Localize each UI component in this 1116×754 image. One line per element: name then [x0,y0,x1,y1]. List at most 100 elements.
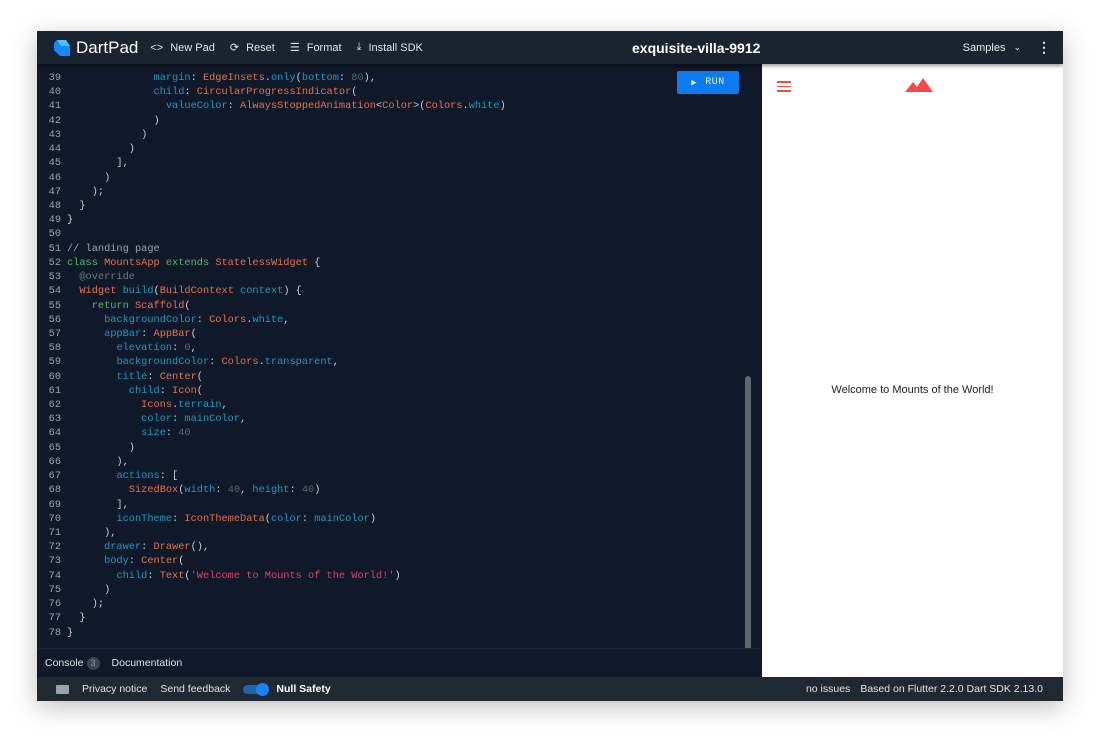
send-feedback-link[interactable]: Send feedback [160,683,230,695]
code-token: >( [413,100,426,113]
code-token: CircularProgressIndicator [196,86,352,99]
editor-scrollbar[interactable] [745,376,751,676]
code-token: ), [67,527,117,539]
code-token: ) [67,171,111,184]
line-number: 66 [48,455,61,468]
format-button[interactable]: ☰ Format [290,41,342,55]
code-token: , [240,413,247,426]
code-token: terrain [178,399,222,412]
dartpad-logo[interactable]: DartPad [54,38,138,58]
null-safety-toggle[interactable] [243,683,270,696]
line-text: ), [67,526,116,540]
code-line: 78} [37,626,506,640]
line-number: 76 [48,598,61,611]
line-number: 41 [48,100,61,113]
reset-label: Reset [246,41,275,54]
line-number: 53 [48,271,61,284]
run-button[interactable]: ▶ RUN [677,71,739,94]
code-line: 48 } [37,199,506,213]
code-token: height [252,484,290,497]
code-token: color [141,413,173,426]
keyboard-icon[interactable] [56,684,69,694]
install-sdk-button[interactable]: ⤓ Install SDK [357,41,423,54]
code-token: Widget [79,285,117,298]
code-token: ) [67,128,148,141]
line-text: ) [67,142,135,156]
code-token: } [67,214,74,227]
line-number: 63 [48,413,61,426]
code-lines: 39 margin: EdgeInsets.only(bottom: 80), 4… [37,63,506,640]
new-pad-button[interactable]: <> New Pad [150,42,215,54]
code-token: transparent [264,356,333,369]
code-token: , [332,356,339,369]
code-line: 74 child: Text('Welcome to Mounts of the… [37,569,506,583]
samples-dropdown[interactable]: Samples ⌄ [963,42,1021,54]
code-token: : [141,327,154,340]
menu-icon[interactable] [777,81,791,95]
code-editor[interactable]: 39 margin: EdgeInsets.only(bottom: 80), 4… [37,63,762,676]
chevron-down-icon: ⌄ [1013,42,1021,52]
code-line: 56 backgroundColor: Colors.white, [37,313,506,327]
line-number: 58 [48,342,61,355]
refresh-icon: ⟳ [229,42,240,54]
code-token: ( [184,299,191,312]
code-token: ) [499,100,506,113]
code-token: : [165,427,179,440]
privacy-notice-link[interactable]: Privacy notice [82,683,147,695]
code-token: ), [363,72,376,84]
code-token: Colors [221,356,259,369]
more-vert-icon[interactable]: ⋮ [1037,39,1051,56]
line-number: 51 [48,242,61,255]
play-icon: ▶ [691,77,698,88]
line-number: 55 [48,299,61,312]
code-line: 41 valueColor: AlwaysStoppedAnimation<Co… [37,99,506,113]
terrain-icon [905,78,933,92]
console-tab[interactable]: Console [45,657,84,669]
line-text: ) [67,128,147,142]
code-line: 63 color: mainColor, [37,412,506,426]
code-token: : [ [159,470,179,483]
code-token: child [128,384,160,397]
dartpad-window: DartPad <> New Pad ⟳ Reset ☰ Format ⤓ Instal… [37,31,1063,701]
reset-button[interactable]: ⟳ Reset [229,41,275,55]
code-token: context [240,285,284,298]
code-token: : [196,313,210,326]
line-number: 45 [48,157,61,170]
line-number: 57 [48,327,61,340]
line-number: 60 [48,370,61,383]
code-token: 'Welcome to Mounts of the World!' [190,569,395,582]
line-number: 67 [48,470,61,483]
code-token: { [308,256,321,269]
documentation-tab[interactable]: Documentation [112,657,183,669]
line-number: 56 [48,313,61,326]
issues-status[interactable]: no issues [806,683,850,695]
code-token: AppBar [153,327,191,340]
code-token: : [141,541,154,554]
code-token: : [172,413,185,426]
code-line: 65 ) [37,441,506,455]
code-token: ( [351,86,358,99]
code-token: only [270,72,296,84]
line-number: 75 [48,583,61,596]
code-token: body [104,555,129,568]
code-line: 64 size: 40 [37,426,506,440]
console-bar: Console 3 Documentation [37,648,762,677]
code-token: MountsApp [104,256,160,269]
code-token: EdgeInsets [202,72,265,84]
code-token: : [289,484,302,497]
code-token: ( [178,555,185,568]
code-token: (), [190,541,210,554]
line-text: ) [67,583,110,597]
line-number: 46 [48,171,61,184]
code-token: actions [116,470,160,483]
